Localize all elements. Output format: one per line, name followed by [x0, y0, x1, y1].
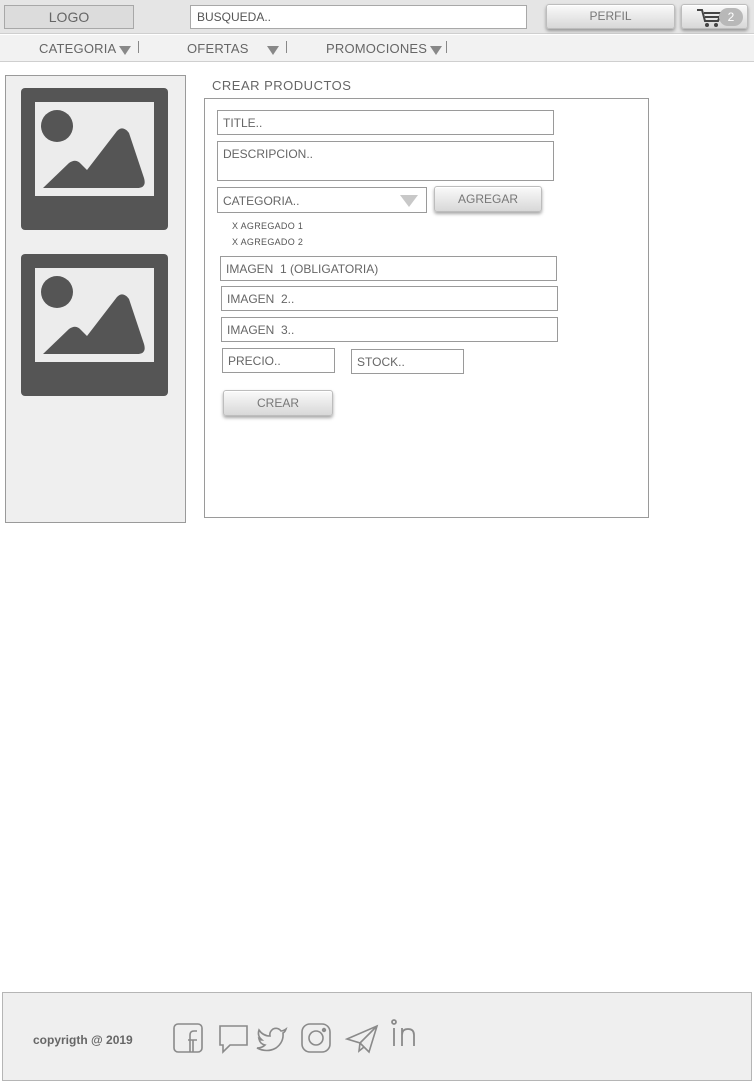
add-category-button[interactable]: AGREGAR	[434, 186, 542, 212]
dropdown-arrow-icon	[400, 195, 418, 207]
category-select-value: CATEGORIA..	[223, 194, 300, 208]
image3-input[interactable]	[221, 317, 558, 342]
linkedin-icon[interactable]	[389, 1017, 423, 1051]
instagram-icon[interactable]	[299, 1021, 333, 1055]
cart-count-badge: 2	[719, 8, 743, 26]
nav-divider	[286, 41, 287, 53]
description-textarea[interactable]	[217, 141, 554, 181]
caret-down-icon	[430, 46, 443, 55]
nav-divider	[446, 41, 447, 53]
twitter-icon[interactable]	[255, 1021, 289, 1055]
page-title: CREAR PRODUCTOS	[212, 78, 352, 93]
nav-item-label: CATEGORIA	[39, 41, 117, 56]
category-select[interactable]: CATEGORIA..	[217, 187, 427, 213]
added-category-item[interactable]: X AGREGADO 1	[232, 221, 303, 231]
caret-down-icon	[266, 46, 279, 55]
facebook-icon[interactable]	[171, 1021, 205, 1055]
nav-item-categoria[interactable]: CATEGORIA	[39, 41, 132, 56]
title-input[interactable]	[217, 110, 554, 135]
profile-button[interactable]: PERFIL	[546, 4, 675, 29]
price-input[interactable]	[222, 348, 335, 373]
nav-item-ofertas[interactable]: OFERTAS	[187, 41, 279, 56]
image2-input[interactable]	[221, 286, 558, 311]
telegram-icon[interactable]	[345, 1021, 379, 1055]
logo[interactable]: LOGO	[4, 5, 134, 29]
category-nav: CATEGORIA OFERTAS PROMOCIONES	[0, 35, 754, 62]
added-category-item[interactable]: X AGREGADO 2	[232, 237, 303, 247]
create-button[interactable]: CREAR	[223, 390, 333, 416]
nav-item-label: PROMOCIONES	[326, 41, 428, 56]
nav-item-promociones[interactable]: PROMOCIONES	[326, 41, 443, 56]
copyright-text: copyrigth @ 2019	[33, 1033, 133, 1047]
nav-item-label: OFERTAS	[187, 41, 249, 56]
stock-input[interactable]	[351, 349, 464, 374]
header-bar: LOGO PERFIL 2	[0, 0, 754, 34]
chat-icon[interactable]	[216, 1021, 250, 1055]
footer: copyrigth @ 2019	[2, 992, 752, 1081]
image-placeholder-icon[interactable]	[21, 254, 168, 396]
sidebar	[5, 75, 186, 523]
image-placeholder-icon[interactable]	[21, 88, 168, 230]
image1-input[interactable]	[220, 256, 557, 281]
caret-down-icon	[119, 46, 132, 55]
cart-button[interactable]: 2	[681, 4, 748, 29]
search-input[interactable]	[190, 5, 527, 29]
nav-divider	[138, 41, 139, 53]
